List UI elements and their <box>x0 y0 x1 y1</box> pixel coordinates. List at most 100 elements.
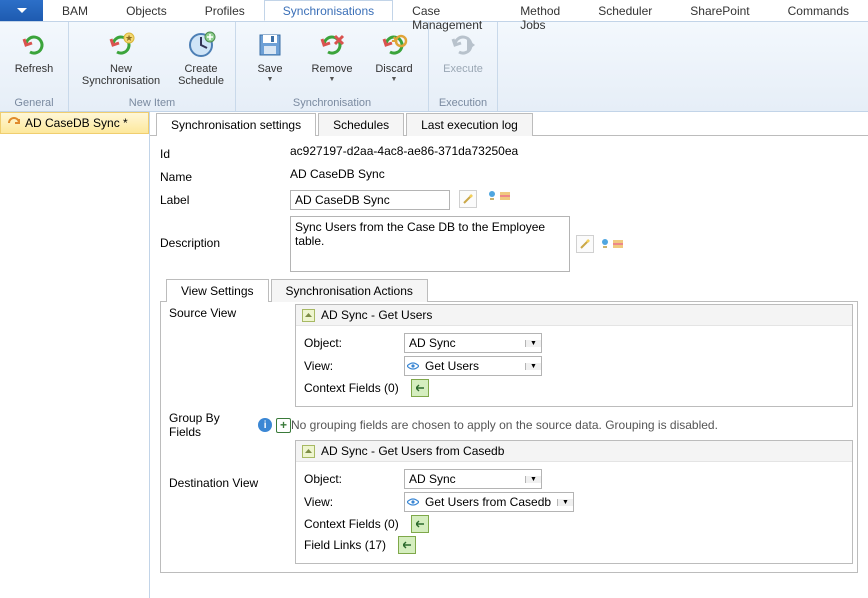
svg-text:★: ★ <box>125 33 133 43</box>
ribbon-group-label: Execution <box>433 97 493 110</box>
bulb-icon <box>600 238 610 250</box>
expand-icon <box>416 384 424 392</box>
flag-icon <box>613 240 623 248</box>
discard-icon <box>378 29 410 61</box>
description-input[interactable] <box>290 216 570 272</box>
chevron-down-icon <box>17 8 27 14</box>
source-header-text: AD Sync - Get Users <box>321 308 432 322</box>
ribbon-group-new-item: ★NewSynchronisationCreateScheduleNew Ite… <box>69 22 236 111</box>
tree-panel: AD CaseDB Sync * <box>0 112 150 598</box>
add-group-field-button[interactable]: + <box>276 418 291 433</box>
eye-icon <box>405 362 421 370</box>
flag-icon <box>500 192 510 200</box>
source-view-label: Source View <box>165 306 291 320</box>
tab-synchronisation-settings[interactable]: Synchronisation settings <box>156 113 316 136</box>
ribbon-group-label: Synchronisation <box>240 97 424 110</box>
details-tabstrip: Synchronisation settingsSchedulesLast ex… <box>150 112 868 136</box>
menu-tab-method-jobs[interactable]: Method Jobs <box>501 0 579 21</box>
workspace: AD CaseDB Sync * Synchronisation setting… <box>0 112 868 598</box>
refresh-button[interactable]: Refresh <box>4 24 64 97</box>
wand-icon <box>580 239 590 249</box>
chevron-down-icon: ▼ <box>525 476 541 483</box>
field-links-label: Field Links (17) <box>304 538 386 552</box>
ribbon-group-label: General <box>4 97 64 110</box>
menu-tab-commands[interactable]: Commands <box>769 0 868 21</box>
save-button[interactable]: Save▼ <box>240 24 300 97</box>
label-label: Label <box>160 190 290 207</box>
menu-tab-objects[interactable]: Objects <box>107 0 186 21</box>
context-fields-button[interactable] <box>411 379 429 397</box>
bulb-icon <box>487 190 497 202</box>
eye-icon <box>405 498 421 506</box>
label-edit-button[interactable] <box>459 190 477 208</box>
chevron-up-icon <box>305 313 312 317</box>
new-sync-icon: ★ <box>105 29 137 61</box>
description-translate-button[interactable] <box>600 238 623 250</box>
description-label: Description <box>160 216 290 250</box>
menu-tab-case-management[interactable]: Case Management <box>393 0 501 21</box>
execute-icon <box>447 29 479 61</box>
source-object-combo[interactable]: AD Sync ▼ <box>404 333 542 353</box>
new-synchronisation-button[interactable]: ★NewSynchronisation <box>73 24 169 97</box>
ribbon-group-execution: ExecuteExecution <box>429 22 498 111</box>
ribbon-group-general: RefreshGeneral <box>0 22 69 111</box>
destination-header-text: AD Sync - Get Users from Casedb <box>321 444 504 458</box>
destination-view-combo[interactable]: Get Users from Casedb ▼ <box>404 492 574 512</box>
ribbon: RefreshGeneral★NewSynchronisationCreateS… <box>0 22 868 112</box>
subtab-view-settings[interactable]: View Settings <box>166 279 269 302</box>
id-label: Id <box>160 144 290 161</box>
name-value: AD CaseDB Sync <box>290 167 385 181</box>
group-by-label: Group By Fields <box>169 411 254 439</box>
context-fields-label: Context Fields (0) <box>304 381 399 395</box>
app-menu-button[interactable] <box>0 0 43 21</box>
source-view-combo[interactable]: Get Users ▼ <box>404 356 542 376</box>
ribbon-group-label: New Item <box>73 97 231 110</box>
view-settings-panel: Source View AD Sync - Get Users Object: <box>160 302 858 573</box>
chevron-down-icon: ▼ <box>557 499 573 506</box>
view-label: View: <box>304 359 404 373</box>
info-icon[interactable]: i <box>258 418 272 432</box>
wand-icon <box>463 194 473 204</box>
group-by-text: No grouping fields are chosen to apply o… <box>291 418 718 432</box>
object-label: Object: <box>304 336 404 350</box>
remove-button[interactable]: Remove▼ <box>302 24 362 97</box>
refresh-icon <box>18 29 50 61</box>
subtab-synchronisation-actions[interactable]: Synchronisation Actions <box>271 279 428 302</box>
destination-view-label: Destination View <box>165 442 291 490</box>
remove-icon <box>316 29 348 61</box>
collapse-toggle[interactable] <box>302 309 315 322</box>
menu-tab-scheduler[interactable]: Scheduler <box>579 0 671 21</box>
discard-button[interactable]: Discard▼ <box>364 24 424 97</box>
menu-tab-profiles[interactable]: Profiles <box>186 0 264 21</box>
name-label: Name <box>160 167 290 184</box>
chevron-down-icon: ▼ <box>525 340 541 347</box>
tab-schedules[interactable]: Schedules <box>318 113 404 136</box>
object-label: Object: <box>304 472 404 486</box>
create-schedule-button[interactable]: CreateSchedule <box>171 24 231 97</box>
view-label: View: <box>304 495 404 509</box>
main-menu-bar: BAMObjectsProfilesSynchronisationsCase M… <box>0 0 868 22</box>
collapse-toggle[interactable] <box>302 445 315 458</box>
menu-tab-sharepoint[interactable]: SharePoint <box>671 0 768 21</box>
context-fields-button[interactable] <box>411 515 429 533</box>
sync-icon <box>7 116 21 130</box>
chevron-down-icon: ▼ <box>525 363 541 370</box>
label-translate-button[interactable] <box>487 190 510 202</box>
clock-icon <box>185 29 217 61</box>
expand-icon <box>403 541 411 549</box>
field-links-button[interactable] <box>398 536 416 554</box>
description-edit-button[interactable] <box>576 235 594 253</box>
tree-item-ad-casedb-sync[interactable]: AD CaseDB Sync * <box>0 112 149 134</box>
tree-item-label: AD CaseDB Sync * <box>25 116 128 130</box>
view-settings-tabstrip: View SettingsSynchronisation Actions <box>160 278 858 302</box>
tab-last-execution-log[interactable]: Last execution log <box>406 113 533 136</box>
menu-tab-bam[interactable]: BAM <box>43 0 107 21</box>
label-input[interactable] <box>290 190 450 210</box>
menu-tab-synchronisations[interactable]: Synchronisations <box>264 0 393 21</box>
ribbon-group-synchronisation: Save▼Remove▼Discard▼Synchronisation <box>236 22 429 111</box>
chevron-up-icon <box>305 449 312 453</box>
destination-object-combo[interactable]: AD Sync ▼ <box>404 469 542 489</box>
id-value: ac927197-d2aa-4ac8-ae86-371da73250ea <box>290 144 518 158</box>
expand-icon <box>416 520 424 528</box>
save-icon <box>254 29 286 61</box>
